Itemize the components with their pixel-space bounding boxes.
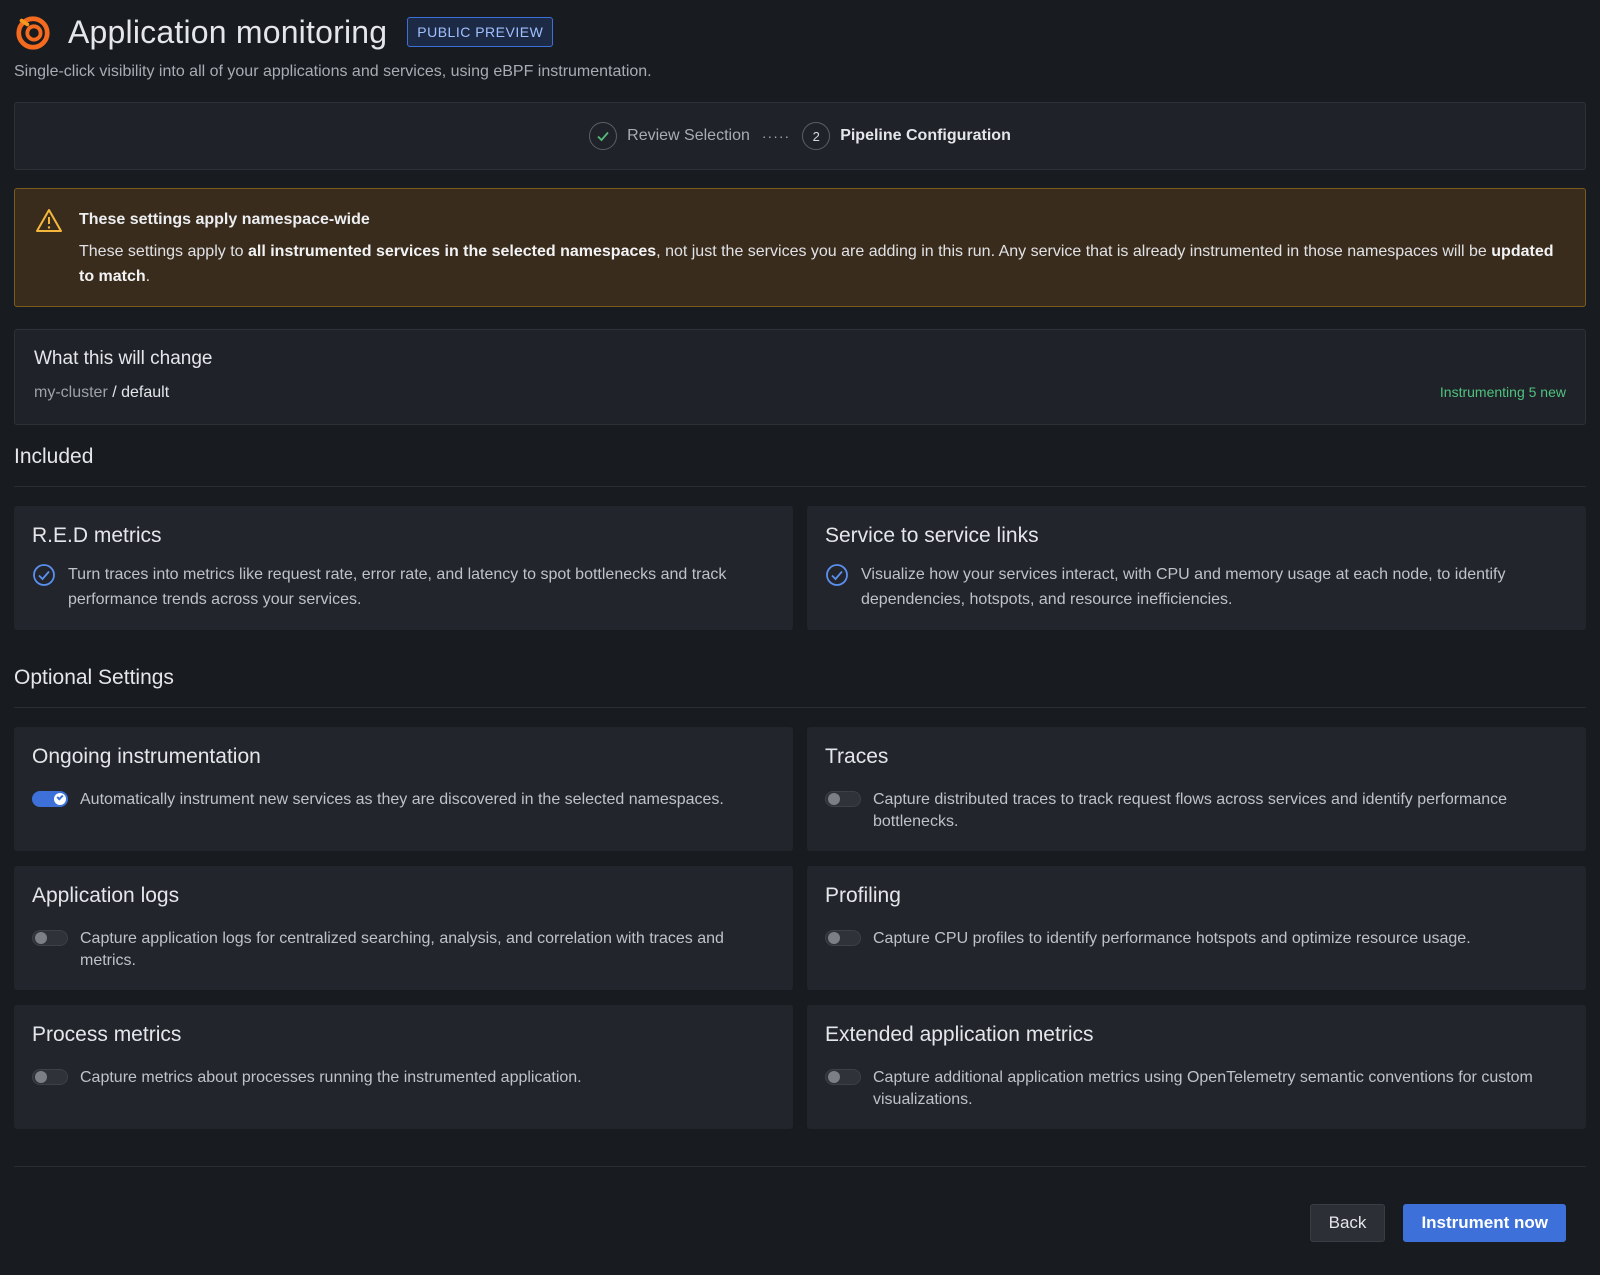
card-description: Capture CPU profiles to identify perform…	[873, 930, 1471, 947]
card-title: Ongoing instrumentation	[32, 745, 261, 768]
option-card-traces: Traces Capture distributed traces to tra…	[807, 727, 1586, 851]
card-description: Capture application logs for centralized…	[80, 930, 724, 969]
card-description: Capture additional application metrics u…	[873, 1069, 1533, 1108]
card-title: Traces	[825, 745, 889, 768]
application-logs-toggle[interactable]	[32, 930, 68, 946]
footer-divider	[14, 1166, 1586, 1167]
included-section-title: Included	[14, 445, 1586, 487]
card-description: Turn traces into metrics like request ra…	[68, 566, 727, 608]
card-title: R.E.D metrics	[32, 524, 162, 547]
option-card-profiling: Profiling Capture CPU profiles to identi…	[807, 866, 1586, 990]
page-title: Application monitoring	[68, 13, 388, 50]
change-summary: What this will change my-cluster / defau…	[14, 329, 1586, 425]
footer-actions: Back Instrument now	[14, 1204, 1586, 1242]
instrument-now-button[interactable]: Instrument now	[1403, 1204, 1566, 1242]
card-title: Service to service links	[825, 524, 1039, 547]
option-card-application-logs: Application logs Capture application log…	[14, 866, 793, 990]
card-title: Process metrics	[32, 1023, 182, 1046]
included-card-red-metrics: R.E.D metrics Turn traces into metrics l…	[14, 506, 793, 630]
card-title: Profiling	[825, 884, 901, 907]
card-title: Application logs	[32, 884, 180, 907]
warning-body: These settings apply to all instrumented…	[79, 243, 1554, 285]
process-metrics-toggle[interactable]	[32, 1069, 68, 1085]
public-preview-badge: PUBLIC PREVIEW	[407, 17, 554, 47]
namespace-name: default	[121, 384, 170, 401]
option-card-ongoing-instrumentation: Ongoing instrumentation Automatically in…	[14, 727, 793, 851]
step-complete-check-icon	[589, 122, 618, 150]
change-path: my-cluster / default	[34, 384, 170, 401]
card-description: Capture distributed traces to track requ…	[873, 791, 1508, 830]
card-description: Automatically instrument new services as…	[80, 791, 724, 808]
instrumenting-status: Instrumenting 5 new	[1439, 384, 1566, 400]
back-button[interactable]: Back	[1309, 1204, 1386, 1242]
check-circle-icon	[826, 564, 848, 586]
page: Application monitoring PUBLIC PREVIEW Si…	[0, 0, 1600, 1275]
step-connector: ·····	[761, 128, 791, 144]
card-description: Capture metrics about processes running …	[80, 1069, 582, 1086]
option-card-process-metrics: Process metrics Capture metrics about pr…	[14, 1005, 793, 1129]
check-circle-icon	[33, 564, 55, 586]
stepper: Review Selection ····· 2 Pipeline Config…	[14, 102, 1586, 170]
step-review-selection[interactable]: Review Selection	[627, 127, 750, 145]
extended-metrics-toggle[interactable]	[825, 1069, 861, 1085]
optional-section-title: Optional Settings	[14, 666, 1586, 708]
ongoing-instrumentation-toggle[interactable]	[32, 791, 68, 807]
option-card-extended-metrics: Extended application metrics Capture add…	[807, 1005, 1586, 1129]
profiling-toggle[interactable]	[825, 930, 861, 946]
traces-toggle[interactable]	[825, 791, 861, 807]
included-grid: R.E.D metrics Turn traces into metrics l…	[14, 506, 1586, 630]
change-title: What this will change	[34, 348, 213, 369]
step-pipeline-configuration: Pipeline Configuration	[840, 127, 1011, 144]
header: Application monitoring PUBLIC PREVIEW	[14, 0, 1586, 64]
step-2-number: 2	[802, 122, 831, 150]
warning-triangle-icon	[36, 209, 62, 232]
optional-grid: Ongoing instrumentation Automatically in…	[14, 727, 1586, 1129]
warning-title: These settings apply namespace-wide	[79, 211, 370, 228]
cluster-name: my-cluster	[34, 384, 108, 401]
card-title: Extended application metrics	[825, 1023, 1094, 1046]
card-description: Visualize how your services interact, wi…	[861, 566, 1506, 608]
page-subtitle: Single-click visibility into all of your…	[14, 63, 652, 80]
grafana-logo-icon	[16, 16, 50, 50]
namespace-warning-alert: These settings apply namespace-wide Thes…	[14, 188, 1586, 307]
included-card-service-links: Service to service links Visualize how y…	[807, 506, 1586, 630]
